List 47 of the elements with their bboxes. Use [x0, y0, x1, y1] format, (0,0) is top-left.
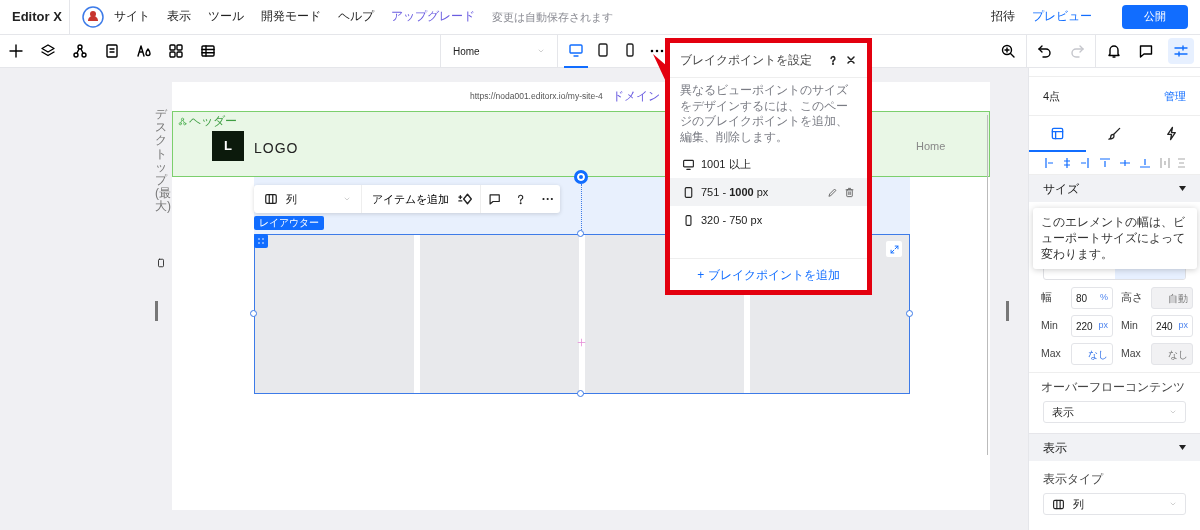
page-select[interactable]: Home	[440, 34, 558, 68]
field-label: 高さ	[1121, 290, 1144, 306]
field-label: Min	[1121, 318, 1139, 334]
site-url: https://noda001.editorx.io/my-site-4	[470, 90, 603, 103]
menu-item[interactable]: ヘルプ	[338, 8, 374, 26]
upgrade-link[interactable]: アップグレード	[391, 8, 475, 26]
header-label: ヘッダー	[189, 113, 237, 130]
breakpoint-item[interactable]: 1001 以上	[670, 150, 867, 179]
size-field: なし	[1151, 343, 1193, 365]
connect-domain-link[interactable]: ドメイン	[612, 87, 660, 105]
publish-button[interactable]: 公開	[1122, 5, 1188, 29]
manage-link[interactable]: 管理	[1164, 87, 1186, 105]
layouter-tag[interactable]: レイアウター	[254, 216, 324, 230]
logo-text: LOGO	[254, 139, 299, 158]
overflow-label: オーバーフローコンテンツ	[1040, 379, 1186, 396]
menu-item[interactable]: サイト	[114, 8, 150, 26]
breakpoint-item[interactable]: 751 - 1000 px	[670, 178, 867, 207]
size-field: 自動	[1151, 287, 1193, 309]
logo-mark: L	[212, 131, 244, 161]
overflow-select[interactable]: 表示	[1043, 401, 1186, 423]
selection-count: 4点	[1043, 88, 1061, 104]
size-field[interactable]: なし	[1071, 343, 1113, 365]
breakpoint-item[interactable]: 320 - 750 px	[670, 206, 867, 235]
popover-title: ブレイクポイントを設定	[680, 52, 813, 69]
autosave-note: 変更は自動保存されます	[492, 9, 613, 25]
size-field[interactable]: 220 px	[1071, 315, 1113, 337]
size-section-header[interactable]: サイズ	[1029, 174, 1200, 202]
app-logo: Editor X	[0, 0, 70, 34]
field-label: Max	[1041, 346, 1062, 362]
field-label: Max	[1121, 346, 1142, 362]
menu-item[interactable]: 開発モード	[261, 8, 321, 26]
menu-item[interactable]: 表示	[167, 8, 191, 26]
display-type-select[interactable]: 列	[1043, 493, 1186, 515]
invite-link[interactable]: 招待	[991, 8, 1015, 26]
add-item-button[interactable]: アイテムを追加	[361, 190, 453, 208]
preview-link[interactable]: プレビュー	[1032, 8, 1092, 26]
size-field[interactable]: 80 %	[1071, 287, 1113, 309]
add-breakpoint-link[interactable]: + ブレイクポイントを追加	[697, 265, 840, 284]
popover-description: 異なるビューポイントのサイズをデザインするには、このページのブレイクポイントを追加、編集、削除します。	[679, 82, 849, 146]
menu-item[interactable]: ツール	[208, 8, 244, 26]
display-type-label: 表示タイプ	[1042, 471, 1105, 488]
layout-select[interactable]: 列	[254, 185, 362, 213]
display-section-header[interactable]: 表示	[1029, 433, 1200, 461]
size-field[interactable]: 240 px	[1151, 315, 1193, 337]
field-label: Min	[1041, 318, 1059, 334]
field-label: 幅	[1041, 290, 1053, 306]
info-tooltip: このエレメントの幅は、ビューポートサイズによって変わります。	[1033, 208, 1197, 269]
